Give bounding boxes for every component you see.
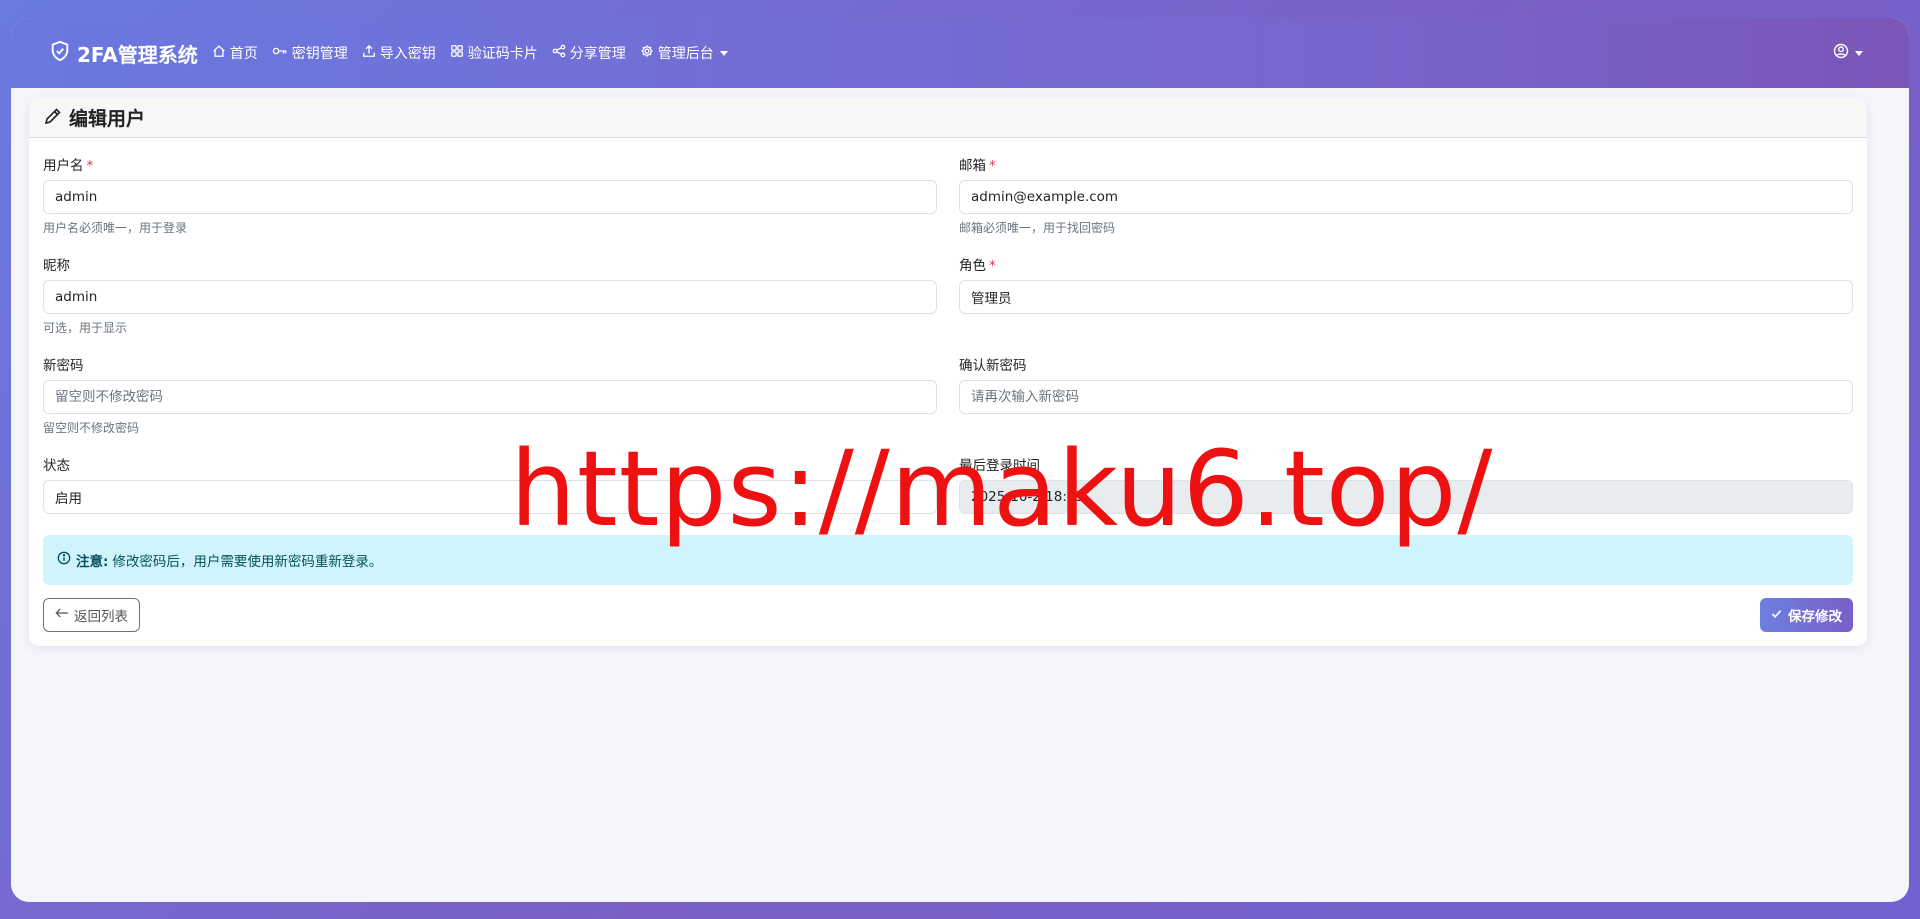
check-icon bbox=[1771, 607, 1788, 623]
email-hint: 邮箱必须唯一，用于找回密码 bbox=[959, 221, 1116, 235]
alert-title: 注意: bbox=[76, 554, 109, 570]
confirm-password-label: 确认新密码 bbox=[959, 358, 1027, 374]
brand[interactable]: 2FA管理系统 bbox=[49, 39, 198, 68]
nav-admin-label: 管理后台 bbox=[657, 46, 714, 62]
nickname-label: 昵称 bbox=[43, 258, 70, 274]
username-label: 用户名 * bbox=[43, 158, 94, 174]
role-field-group: 角色 * 管理员 bbox=[959, 254, 1853, 314]
user-menu-dropdown[interactable] bbox=[1833, 43, 1863, 63]
last-login-label: 最后登录时间 bbox=[959, 458, 1040, 474]
nav-share-management[interactable]: 分享管理 bbox=[552, 43, 626, 63]
role-select[interactable]: 管理员 bbox=[959, 280, 1853, 314]
card-body: 用户名* 用户名必须唯一，用于登录 邮箱* 邮箱必须唯一，用于找回密码 昵称 可… bbox=[29, 138, 1867, 514]
last-login-field-group: 最后登录时间 2025-10-2 18:33 bbox=[959, 454, 1853, 514]
save-button-label: 保存修改 bbox=[1788, 609, 1842, 625]
new-password-input[interactable] bbox=[43, 380, 937, 414]
new-password-hint: 留空则不修改密码 bbox=[43, 421, 140, 435]
home-icon bbox=[212, 44, 230, 62]
username-hint: 用户名必须唯一，用于登录 bbox=[43, 221, 188, 235]
arrow-left-icon bbox=[55, 607, 74, 623]
card-header: 编辑用户 bbox=[29, 98, 1867, 138]
gear-icon bbox=[640, 44, 658, 62]
brand-name: 2FA管理系统 bbox=[77, 42, 198, 67]
password-change-alert: 注意: 修改密码后，用户需要使用新密码重新登录。 bbox=[43, 535, 1853, 585]
chevron-down-icon bbox=[719, 50, 728, 56]
chevron-down-icon bbox=[1855, 50, 1863, 56]
nav-admin-dropdown[interactable]: 管理后台 bbox=[640, 43, 728, 63]
confirm-password-input[interactable] bbox=[959, 380, 1853, 414]
top-navbar: 2FA管理系统 首页 密钥管理 导入密钥 验证码卡片 分享管理 管理后台 bbox=[11, 18, 1909, 88]
nav-key-management[interactable]: 密钥管理 bbox=[272, 43, 348, 63]
new-password-label: 新密码 bbox=[43, 358, 84, 374]
nav-share-management-label: 分享管理 bbox=[569, 46, 626, 62]
edit-user-card: 编辑用户 用户名* 用户名必须唯一，用于登录 邮箱* 邮箱必须唯一，用于找回密码… bbox=[29, 98, 1867, 646]
username-input[interactable] bbox=[43, 180, 937, 214]
nav-home-label: 首页 bbox=[229, 46, 258, 62]
nav-home[interactable]: 首页 bbox=[212, 43, 258, 63]
email-label: 邮箱 * bbox=[959, 158, 996, 174]
nav-key-management-label: 密钥管理 bbox=[291, 46, 348, 62]
email-input[interactable] bbox=[959, 180, 1853, 214]
grid-icon bbox=[450, 44, 468, 62]
key-icon bbox=[272, 44, 292, 62]
upload-icon bbox=[362, 44, 380, 62]
info-circle-icon bbox=[57, 551, 71, 569]
email-field-group: 邮箱* 邮箱必须唯一，用于找回密码 bbox=[959, 154, 1853, 236]
nickname-input[interactable] bbox=[43, 280, 937, 314]
nav-import-keys[interactable]: 导入密钥 bbox=[362, 43, 436, 63]
confirm-password-field-group: 确认新密码 bbox=[959, 354, 1853, 414]
last-login-readonly: 2025-10-2 18:33 bbox=[959, 480, 1853, 514]
save-changes-button[interactable]: 保存修改 bbox=[1760, 598, 1853, 632]
role-label: 角色 * bbox=[959, 258, 996, 274]
back-to-list-button[interactable]: 返回列表 bbox=[43, 598, 140, 632]
status-field-group: 状态 启用 bbox=[43, 454, 937, 514]
pencil-icon bbox=[43, 106, 63, 130]
new-password-field-group: 新密码 留空则不修改密码 bbox=[43, 354, 937, 436]
page-title: 编辑用户 bbox=[69, 108, 146, 130]
status-select[interactable]: 启用 bbox=[43, 480, 937, 514]
status-label: 状态 bbox=[43, 458, 70, 474]
shield-check-icon bbox=[49, 40, 77, 67]
nickname-hint: 可选，用于显示 bbox=[43, 321, 128, 335]
nav-import-keys-label: 导入密钥 bbox=[379, 46, 436, 62]
user-circle-icon bbox=[1833, 43, 1849, 63]
username-field-group: 用户名* 用户名必须唯一，用于登录 bbox=[43, 154, 937, 236]
nav-code-cards-label: 验证码卡片 bbox=[467, 46, 538, 62]
back-button-label: 返回列表 bbox=[74, 609, 128, 625]
nav-code-cards[interactable]: 验证码卡片 bbox=[450, 43, 538, 63]
share-icon bbox=[552, 44, 570, 62]
alert-text: 修改密码后，用户需要使用新密码重新登录。 bbox=[112, 554, 383, 570]
nickname-field-group: 昵称 可选，用于显示 bbox=[43, 254, 937, 336]
